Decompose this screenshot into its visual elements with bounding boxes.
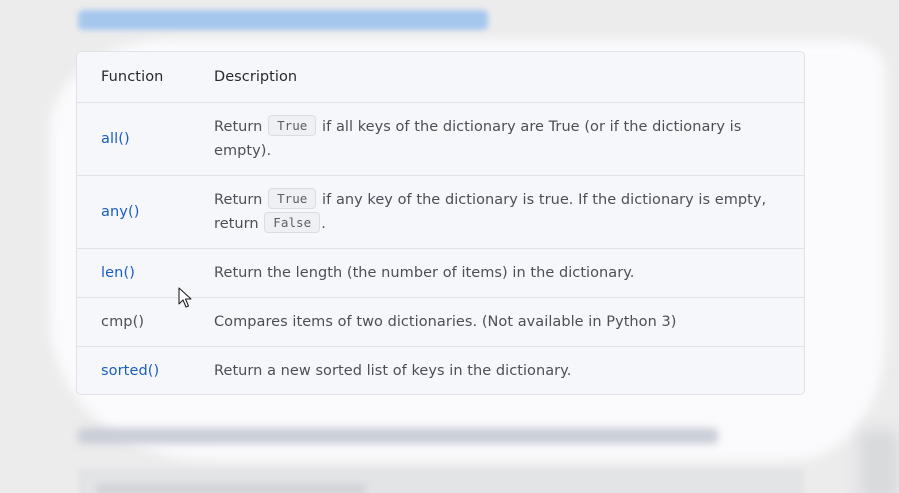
desc-text: Return: [214, 192, 268, 208]
table-header-row: Function Description: [77, 52, 804, 102]
header-description: Description: [214, 69, 298, 85]
desc-text: Return: [214, 119, 268, 135]
function-link-sorted[interactable]: sorted(): [101, 363, 159, 379]
desc-text: Compares items of two dictionaries. (Not…: [214, 314, 677, 330]
mouse-pointer-icon: [178, 287, 192, 308]
code-false: False: [264, 212, 321, 233]
row-description: Return the length (the number of items) …: [214, 261, 780, 285]
function-link-any[interactable]: any(): [101, 204, 139, 220]
table-row: sorted() Return a new sorted list of key…: [77, 346, 804, 394]
table-row: all() Return True if all keys of the dic…: [77, 102, 804, 175]
row-description: Return a new sorted list of keys in the …: [214, 359, 780, 383]
code-true: True: [268, 115, 317, 136]
blurred-code-block: [78, 468, 804, 493]
table-row: any() Return True if any key of the dict…: [77, 175, 804, 248]
blurred-heading-link[interactable]: [78, 10, 488, 30]
dictionary-functions-table: Function Description all() Return True i…: [76, 51, 805, 395]
row-description: Return True if any key of the dictionary…: [214, 188, 780, 236]
function-link-len[interactable]: len(): [101, 265, 135, 281]
header-function: Function: [101, 69, 164, 85]
desc-text: .: [321, 216, 326, 232]
function-name-cmp: cmp(): [101, 314, 145, 330]
row-description: Compares items of two dictionaries. (Not…: [214, 310, 780, 334]
edge-shadow: [859, 430, 899, 493]
page: Function Description all() Return True i…: [0, 0, 899, 493]
row-description: Return True if all keys of the dictionar…: [214, 115, 780, 163]
desc-text: Return the length (the number of items) …: [214, 265, 635, 281]
function-link-all[interactable]: all(): [101, 131, 130, 147]
desc-text: Return a new sorted list of keys in the …: [214, 363, 572, 379]
blurred-paragraph: [78, 428, 718, 444]
code-true: True: [268, 188, 317, 209]
